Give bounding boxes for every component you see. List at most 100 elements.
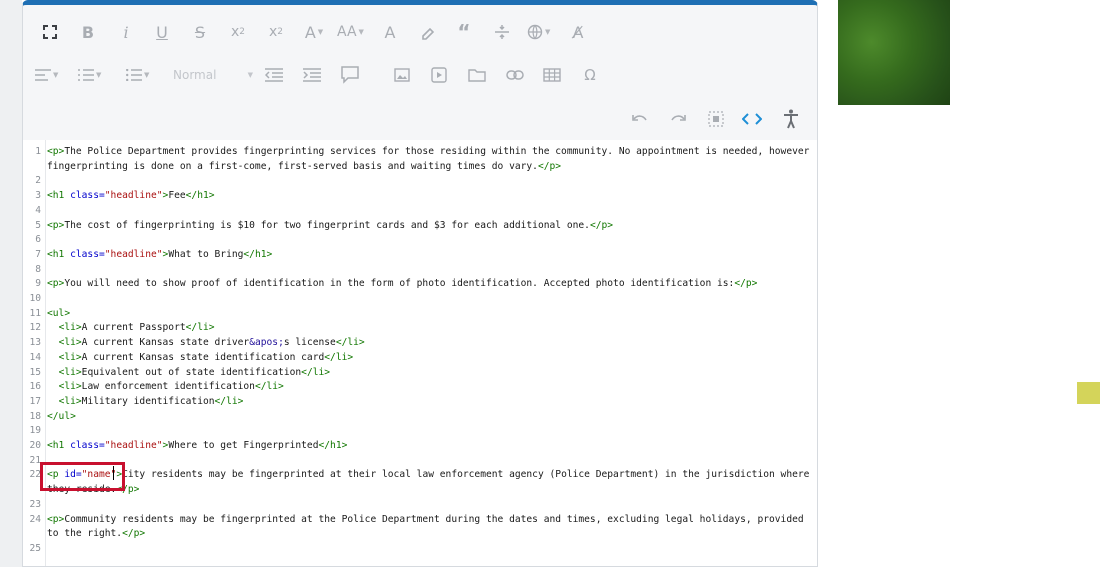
underline-icon[interactable]: U xyxy=(151,20,173,44)
code-line: 18 </ul> xyxy=(23,409,817,424)
quote-icon[interactable]: “ xyxy=(453,20,475,44)
code-line: 6 xyxy=(23,232,817,247)
indent-icon[interactable] xyxy=(301,63,323,87)
line-number: 23 xyxy=(29,498,41,510)
line-number: 20 xyxy=(29,440,41,451)
undo-icon[interactable] xyxy=(629,107,651,131)
video-icon[interactable] xyxy=(428,63,450,87)
code-token: id= xyxy=(64,469,82,481)
ordered-list-icon[interactable]: ▼ xyxy=(78,63,101,87)
code-token: Law enforcement identification xyxy=(81,381,255,393)
italic-icon[interactable]: i xyxy=(115,20,137,44)
subscript-icon[interactable]: x2 xyxy=(227,20,249,44)
code-token: <p> xyxy=(47,146,65,157)
code-editor[interactable]: 1 <p>The Police Department provides finge… xyxy=(23,140,817,566)
text-highlight-icon[interactable]: A xyxy=(379,20,401,44)
code-text: to the right.</p> xyxy=(47,526,145,541)
code-token: </h1> xyxy=(243,248,273,260)
code-token: </p> xyxy=(734,278,758,290)
link-icon[interactable] xyxy=(504,63,526,87)
accessibility-icon[interactable] xyxy=(780,107,802,131)
code-token: <li> xyxy=(58,381,82,393)
font-size-icon[interactable]: AA ▼ xyxy=(337,20,364,44)
code-token: <li> xyxy=(58,366,82,378)
code-text: <li>A current Passport</li> xyxy=(47,320,215,335)
code-token: s license xyxy=(283,337,336,349)
line-number: 5 xyxy=(35,219,41,231)
code-token: The Police Department provides fingerpri… xyxy=(64,146,810,157)
line-number: 14 xyxy=(29,351,41,363)
line-number: 10 xyxy=(29,293,41,304)
code-token: "headline" xyxy=(104,190,163,202)
code-line: 22 <p id="name">City residents may be fin… xyxy=(23,467,817,482)
special-character-icon[interactable]: Ω xyxy=(579,63,601,87)
globe-icon[interactable]: ▼ xyxy=(527,20,550,44)
line-height-icon[interactable] xyxy=(491,20,513,44)
code-line: 24 <p>Community residents may be fingerpr… xyxy=(23,512,817,527)
code-token: Equivalent out of state identification xyxy=(81,366,302,378)
line-number: 22 xyxy=(29,469,41,481)
code-text: they reside.</p> xyxy=(47,482,139,497)
clear-format-icon[interactable]: A̸ xyxy=(567,20,589,44)
code-token: <p> xyxy=(47,513,65,525)
code-line: 10 xyxy=(23,291,817,306)
code-token: they reside. xyxy=(47,484,117,496)
superscript-icon[interactable]: x2 xyxy=(265,20,287,44)
line-number: 9 xyxy=(35,278,41,290)
code-text: <p>The Police Department provides finger… xyxy=(47,144,809,159)
code-line: 2 xyxy=(23,173,817,188)
redo-icon[interactable] xyxy=(667,107,689,131)
code-token: Military identification xyxy=(81,395,215,407)
align-icon[interactable]: ▼ xyxy=(35,63,58,87)
code-line: 11 <ul> xyxy=(23,306,817,321)
code-token: </p> xyxy=(589,219,614,231)
comment-icon[interactable] xyxy=(339,63,361,87)
code-text: <li>Equivalent out of state identificati… xyxy=(47,365,331,380)
bullet-list-icon[interactable]: ▼ xyxy=(126,63,149,87)
code-text: <h1 class="headline">Fee</h1> xyxy=(47,188,215,203)
image-icon[interactable] xyxy=(391,63,413,87)
code-line: they reside.</p> xyxy=(23,482,817,497)
code-view-icon[interactable] xyxy=(741,107,763,131)
code-token: &apos; xyxy=(249,337,284,349)
code-token: </p> xyxy=(537,160,562,172)
outdent-icon[interactable] xyxy=(263,63,285,87)
code-token: </li> xyxy=(185,322,215,334)
code-line: 23 xyxy=(23,497,817,512)
bold-icon[interactable]: B xyxy=(77,20,99,44)
code-token: Fee xyxy=(168,190,186,202)
font-color-icon[interactable]: A ▼ xyxy=(303,20,325,44)
code-line: 20 <h1 class="headline">Where to get Fing… xyxy=(23,438,817,453)
code-token: </p> xyxy=(116,484,140,496)
code-line: 16 <li>Law enforcement identification</l… xyxy=(23,379,817,394)
eraser-icon[interactable] xyxy=(417,20,439,44)
folder-icon[interactable] xyxy=(466,63,488,87)
block-format-select[interactable]: Normal ▼ xyxy=(173,63,253,87)
code-token: <li> xyxy=(58,395,82,407)
side-marker xyxy=(1077,382,1100,404)
code-token: </ul> xyxy=(47,410,76,422)
grass-thumbnail-image xyxy=(838,0,950,105)
code-token: fingerprinting is done on a first-come, … xyxy=(47,160,538,172)
code-line: 8 xyxy=(23,262,817,277)
line-number: 7 xyxy=(35,248,41,260)
code-token: "headline" xyxy=(104,440,163,451)
code-token: A current Kansas state identification ca… xyxy=(81,351,325,363)
code-text: <li>A current Kansas state identificatio… xyxy=(47,350,354,365)
fullscreen-icon[interactable] xyxy=(39,20,61,44)
table-icon[interactable] xyxy=(541,63,563,87)
code-token: <li> xyxy=(58,337,82,349)
line-number: 24 xyxy=(29,513,41,525)
strikethrough-icon[interactable]: S xyxy=(189,20,211,44)
code-text: <li>Law enforcement identification</li> xyxy=(47,379,284,394)
select-all-icon[interactable] xyxy=(705,107,727,131)
code-line: 17 <li>Military identification</li> xyxy=(23,394,817,409)
left-panel-edge xyxy=(0,0,22,567)
code-token: What to Bring xyxy=(168,248,244,260)
code-token: <p> xyxy=(47,278,65,290)
code-line: 1 <p>The Police Department provides finge… xyxy=(23,144,817,159)
block-format-value: Normal xyxy=(173,68,217,82)
line-number: 11 xyxy=(29,307,41,319)
